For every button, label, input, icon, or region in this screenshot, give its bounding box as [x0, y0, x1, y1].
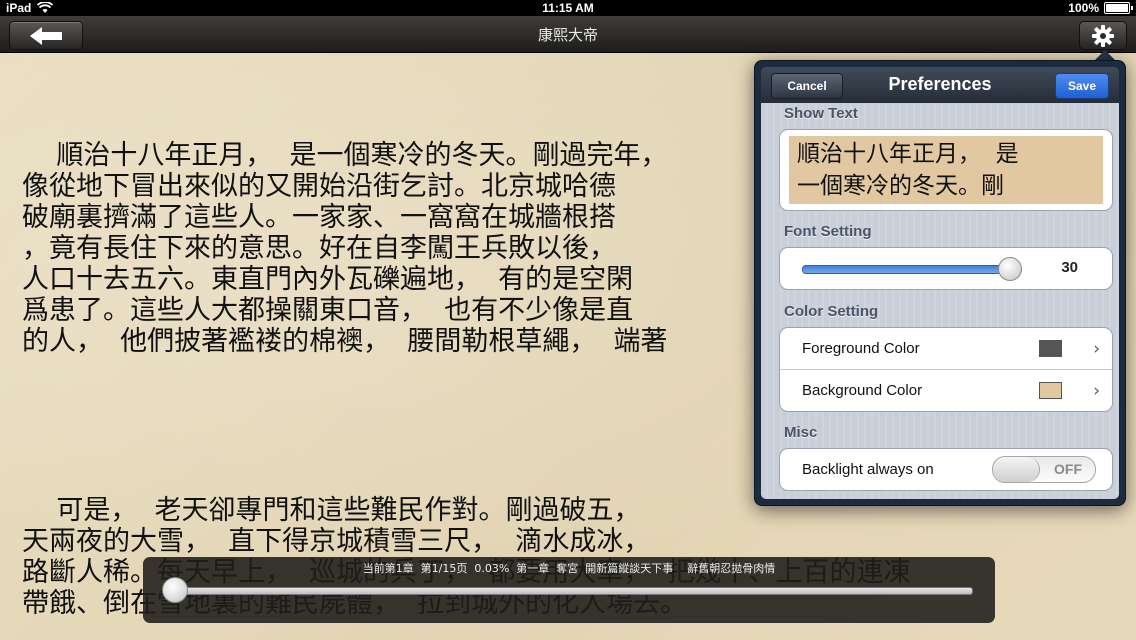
- backlight-toggle[interactable]: OFF: [992, 456, 1096, 483]
- toggle-state: OFF: [1054, 461, 1082, 477]
- show-text-group: 順治十八年正月， 是 一個寒冷的冬天。剛: [779, 129, 1113, 211]
- status-right: 100%: [1068, 1, 1133, 15]
- color-setting-group: Foreground Color › Background Color ›: [779, 327, 1113, 412]
- page-progress-slider[interactable]: [173, 587, 973, 595]
- foreground-color-label: Foreground Color: [802, 340, 920, 357]
- status-bar: iPad 11:15 AM 100%: [0, 0, 1136, 16]
- toggle-knob: [993, 457, 1040, 482]
- font-size-slider-knob[interactable]: [998, 257, 1023, 281]
- text-preview: 順治十八年正月， 是 一個寒冷的冬天。剛: [789, 136, 1103, 204]
- battery-icon: [1104, 2, 1133, 14]
- preferences-header: Cancel Preferences Save: [761, 67, 1119, 103]
- progress-info: 当前第1章 第1/15页 0.03% 第一章 奪宮 開新篇縱談天下事 辭舊朝忍拋…: [362, 562, 776, 575]
- background-color-swatch: [1039, 382, 1062, 399]
- preferences-body: Show Text 順治十八年正月， 是 一個寒冷的冬天。剛 Font Sett…: [761, 103, 1119, 499]
- gear-icon: [1092, 24, 1114, 47]
- color-setting-label: Color Setting: [784, 303, 879, 320]
- font-size-slider[interactable]: [802, 265, 1022, 274]
- settings-button[interactable]: [1079, 21, 1127, 50]
- background-color-row[interactable]: Background Color ›: [780, 370, 1112, 411]
- book-title: 康熙大帝: [537, 26, 598, 44]
- misc-group: Backlight always on OFF: [779, 448, 1113, 491]
- save-button[interactable]: Save: [1055, 73, 1109, 99]
- foreground-color-swatch: [1039, 340, 1062, 357]
- preferences-popover: Cancel Preferences Save Show Text 順治十八年正…: [754, 60, 1126, 506]
- foreground-color-row[interactable]: Foreground Color ›: [780, 328, 1112, 370]
- backlight-label: Backlight always on: [802, 461, 934, 478]
- font-setting-group: 30: [779, 247, 1113, 290]
- backlight-row: Backlight always on OFF: [780, 449, 1112, 490]
- navigation-bar: 康熙大帝: [0, 16, 1136, 53]
- font-size-value: 30: [1061, 259, 1078, 276]
- misc-label: Misc: [784, 424, 818, 441]
- page-progress-knob[interactable]: [162, 577, 188, 603]
- show-text-label: Show Text: [784, 105, 858, 122]
- chevron-right-icon: ›: [1093, 381, 1100, 401]
- background-color-label: Background Color: [802, 382, 923, 399]
- font-setting-label: Font Setting: [784, 223, 872, 240]
- chevron-right-icon: ›: [1093, 339, 1100, 359]
- status-time: 11:15 AM: [542, 1, 594, 15]
- progress-panel: 当前第1章 第1/15页 0.03% 第一章 奪宮 開新篇縱談天下事 辭舊朝忍拋…: [143, 557, 995, 623]
- battery-percent: 100%: [1068, 1, 1099, 15]
